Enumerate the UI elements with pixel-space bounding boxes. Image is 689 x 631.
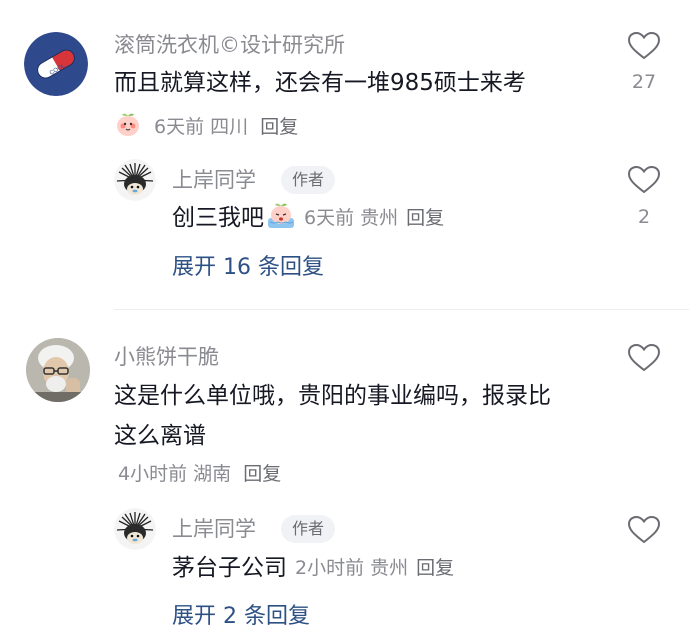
comment-text-line-2: 这么离谱 [114,423,206,449]
comment-time-location: 6天前 四川 [154,115,249,138]
reply-text: 茅台子公司 [172,555,287,581]
comment-time-location: 4小时前 湖南 [118,463,232,485]
expand-replies-button[interactable]: 展开 16 条回复 [172,254,324,282]
like-count: 2 [637,206,651,228]
like-heart-icon[interactable] [627,515,661,545]
reply-button[interactable]: 回复 [260,116,298,138]
avatar[interactable] [114,508,156,550]
author-badge: 作者 [281,166,336,194]
crying-peach-emoji-icon [266,202,296,234]
avatar[interactable] [114,159,156,201]
reply-button[interactable]: 回复 [416,556,454,580]
comment-username[interactable]: 滚筒洗衣机©设计研究所 [114,32,345,58]
hedgehog-avatar-image [114,508,156,550]
reply-text: 创三我吧 [172,205,264,231]
reply-button[interactable]: 回复 [243,463,281,485]
reply-body: 创三我吧 6天前 贵州 回复 [172,202,444,234]
expand-replies-button[interactable]: 展开 2 条回复 [172,603,310,631]
comment-text: 而且就算这样，还会有一堆985硕士来考 [114,70,526,96]
reply-time-location: 6天前 贵州 [304,207,399,229]
reply-button[interactable]: 回复 [406,206,444,230]
comment-meta: 6天前 四川 回复 [114,111,298,143]
like-heart-icon[interactable] [627,31,661,61]
hedgehog-avatar-image [114,159,156,201]
pill-avatar-image: COOL [24,32,88,96]
comment-username[interactable]: 小熊饼干脆 [114,344,219,370]
comment-text-line-1: 这是什么单位哦，贵阳的事业编吗，报录比 [114,383,551,409]
author-badge: 作者 [281,515,336,543]
avatar[interactable]: COOL [24,32,88,96]
like-heart-icon[interactable] [627,343,661,373]
reply-username[interactable]: 上岸同学 [172,167,256,193]
old-man-avatar-image [26,338,90,402]
like-heart-icon[interactable] [627,165,661,195]
reply-time-location: 2小时前 贵州 [295,557,409,579]
avatar[interactable] [26,338,90,402]
peach-emoji-icon [114,111,142,143]
comment-divider [114,309,689,310]
reply-body: 茅台子公司 2小时前 贵州 回复 [172,553,454,583]
like-count: 27 [631,71,657,93]
comment-meta: 4小时前 湖南 回复 [118,462,281,486]
reply-username[interactable]: 上岸同学 [172,516,256,542]
